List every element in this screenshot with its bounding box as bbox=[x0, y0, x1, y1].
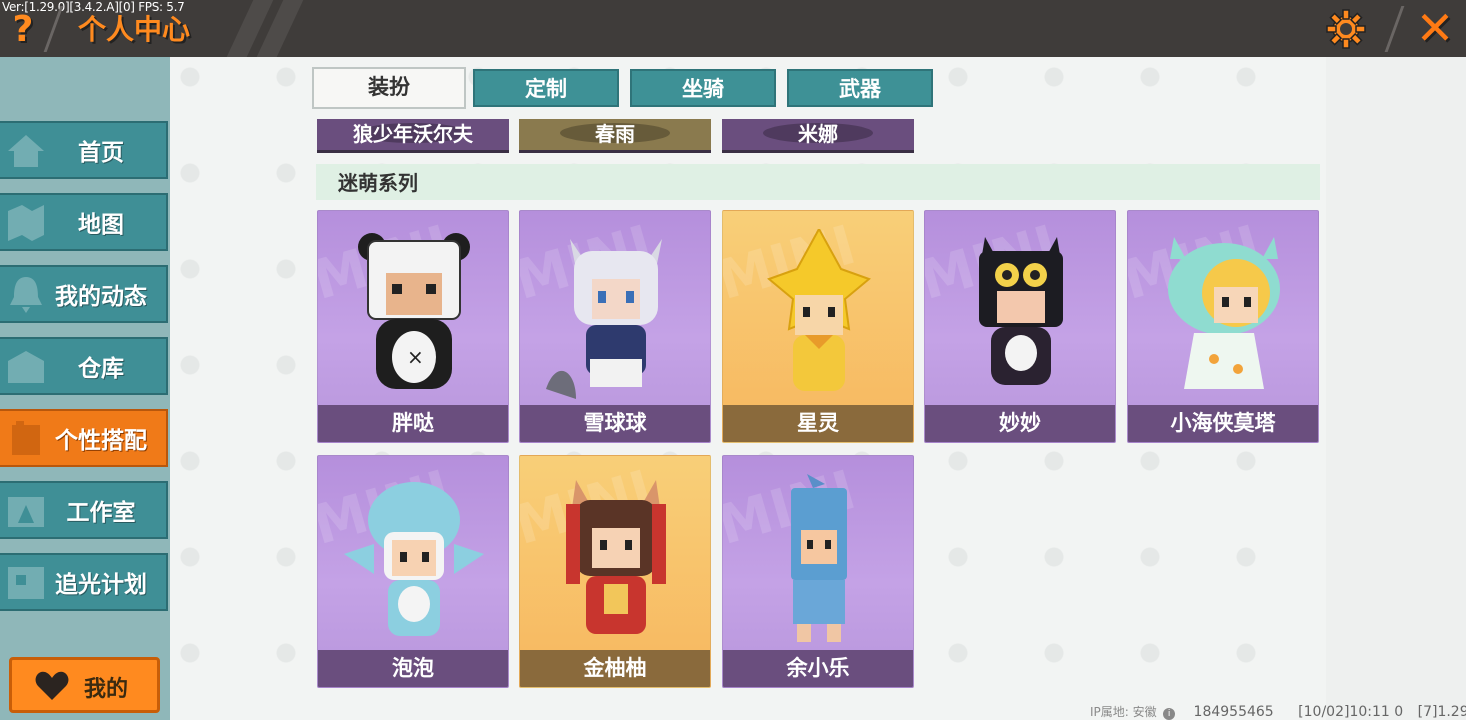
tab-mount[interactable]: 坐骑 bbox=[630, 69, 776, 107]
outfit-card-miaomiao[interactable]: MINI 妙妙 bbox=[924, 210, 1116, 443]
outfit-name: 米娜 bbox=[798, 122, 838, 146]
section-header-bar bbox=[316, 164, 1320, 200]
sidebar-item-label: 我的动态 bbox=[55, 284, 147, 310]
sidebar-item-activity[interactable]: 我的动态 bbox=[0, 265, 168, 323]
user-id: 184955465 bbox=[1193, 704, 1274, 720]
sidebar-item-map[interactable]: 地图 bbox=[0, 193, 168, 251]
outfit-name: 小海侠莫塔 bbox=[1128, 405, 1318, 442]
build-version: [7]1.29.0 bbox=[1417, 704, 1466, 720]
outfit-name: 余小乐 bbox=[723, 650, 913, 687]
outfit-name: 金柚柚 bbox=[520, 650, 710, 687]
panda-character-icon: × bbox=[358, 233, 470, 389]
sidebar-item-home[interactable]: 首页 bbox=[0, 121, 168, 179]
timestamp: [10/02]10:11 0 bbox=[1298, 704, 1404, 720]
tab-weapon[interactable]: 武器 bbox=[787, 69, 933, 107]
outfit-card-partial[interactable]: 春雨 bbox=[519, 119, 711, 153]
dolphin-character-icon bbox=[344, 482, 484, 636]
tab-custom[interactable]: 定制 bbox=[473, 69, 619, 107]
tab-dressup[interactable]: 装扮 bbox=[312, 67, 466, 109]
black-cat-character-icon bbox=[979, 237, 1063, 385]
svg-text:×: × bbox=[407, 345, 424, 369]
divider bbox=[1384, 6, 1405, 52]
outfit-name: 泡泡 bbox=[318, 650, 508, 687]
sidebar-item-light-plan[interactable]: 追光计划 bbox=[0, 553, 168, 611]
outfit-card-paopao[interactable]: MINI 泡泡 bbox=[317, 455, 509, 688]
ip-location: IP属地: 安徽 bbox=[1090, 705, 1157, 719]
page-title: 个人中心 bbox=[78, 13, 191, 46]
close-icon[interactable]: ✕ bbox=[1413, 4, 1457, 52]
star-spirit-character-icon bbox=[767, 229, 871, 391]
outfit-card-xiaohaixia-mota[interactable]: MINI 小海侠莫塔 bbox=[1127, 210, 1319, 443]
outfit-name: 狼少年沃尔夫 bbox=[353, 122, 473, 146]
sidebar-item-label: 个性搭配 bbox=[55, 428, 147, 454]
outfit-name: 胖哒 bbox=[318, 405, 508, 442]
mine-button-label: 我的 bbox=[84, 677, 129, 702]
sidebar-item-label: 首页 bbox=[78, 140, 124, 166]
outfit-card-partial[interactable]: 狼少年沃尔夫 bbox=[317, 119, 509, 153]
blue-fish-character-icon bbox=[791, 474, 847, 642]
outfit-name: 雪球球 bbox=[520, 405, 710, 442]
fox-girl-character-icon bbox=[566, 480, 666, 634]
outfit-card-yuxiaole[interactable]: MINI 余小乐 bbox=[722, 455, 914, 688]
right-gutter bbox=[1326, 57, 1466, 720]
sidebar: 首页 地图 我的动态 仓库 个性搭配 工作室 追光计划 我的 bbox=[0, 57, 170, 720]
sidebar-item-label: 地图 bbox=[78, 212, 124, 238]
top-bar: Ver:[1.29.0][3.4.2.A][0] FPS: 5.7 ? 个人中心… bbox=[0, 0, 1466, 57]
outfit-card-pangda[interactable]: MINI × 胖哒 bbox=[317, 210, 509, 443]
heart-icon bbox=[35, 671, 69, 700]
outfit-card-xingling[interactable]: MINI 星灵 bbox=[722, 210, 914, 443]
sidebar-item-label: 仓库 bbox=[78, 356, 124, 382]
help-icon[interactable]: ? bbox=[8, 10, 38, 50]
gear-icon[interactable] bbox=[1324, 7, 1368, 51]
sea-hero-character-icon bbox=[1168, 237, 1280, 389]
outfit-card-partial[interactable]: 米娜 bbox=[722, 119, 914, 153]
sidebar-item-label: 追光计划 bbox=[55, 572, 147, 598]
outfit-name: 春雨 bbox=[595, 122, 635, 146]
mine-button[interactable]: 我的 bbox=[9, 657, 160, 713]
content-area: 装扮 定制 坐骑 武器 狼少年沃尔夫 春雨 米娜 迷萌系列 MINI × 胖哒 … bbox=[170, 57, 1466, 720]
sidebar-item-outfit[interactable]: 个性搭配 bbox=[0, 409, 168, 467]
sidebar-item-studio[interactable]: 工作室 bbox=[0, 481, 168, 539]
sidebar-item-warehouse[interactable]: 仓库 bbox=[0, 337, 168, 395]
section-title: 迷萌系列 bbox=[338, 171, 418, 195]
outfit-card-xueqiuqiu[interactable]: MINI 雪球球 bbox=[519, 210, 711, 443]
outfit-name: 星灵 bbox=[723, 405, 913, 442]
status-footer: IP属地: 安徽 i 184955465 [10/02]10:11 0 [7]1… bbox=[1090, 703, 1466, 720]
sidebar-item-label: 工作室 bbox=[66, 500, 136, 526]
info-icon: i bbox=[1163, 708, 1176, 720]
outfit-name: 妙妙 bbox=[925, 405, 1115, 442]
snow-leopard-character-icon bbox=[546, 239, 662, 399]
outfit-card-jinyouyou[interactable]: MINI 金柚柚 bbox=[519, 455, 711, 688]
